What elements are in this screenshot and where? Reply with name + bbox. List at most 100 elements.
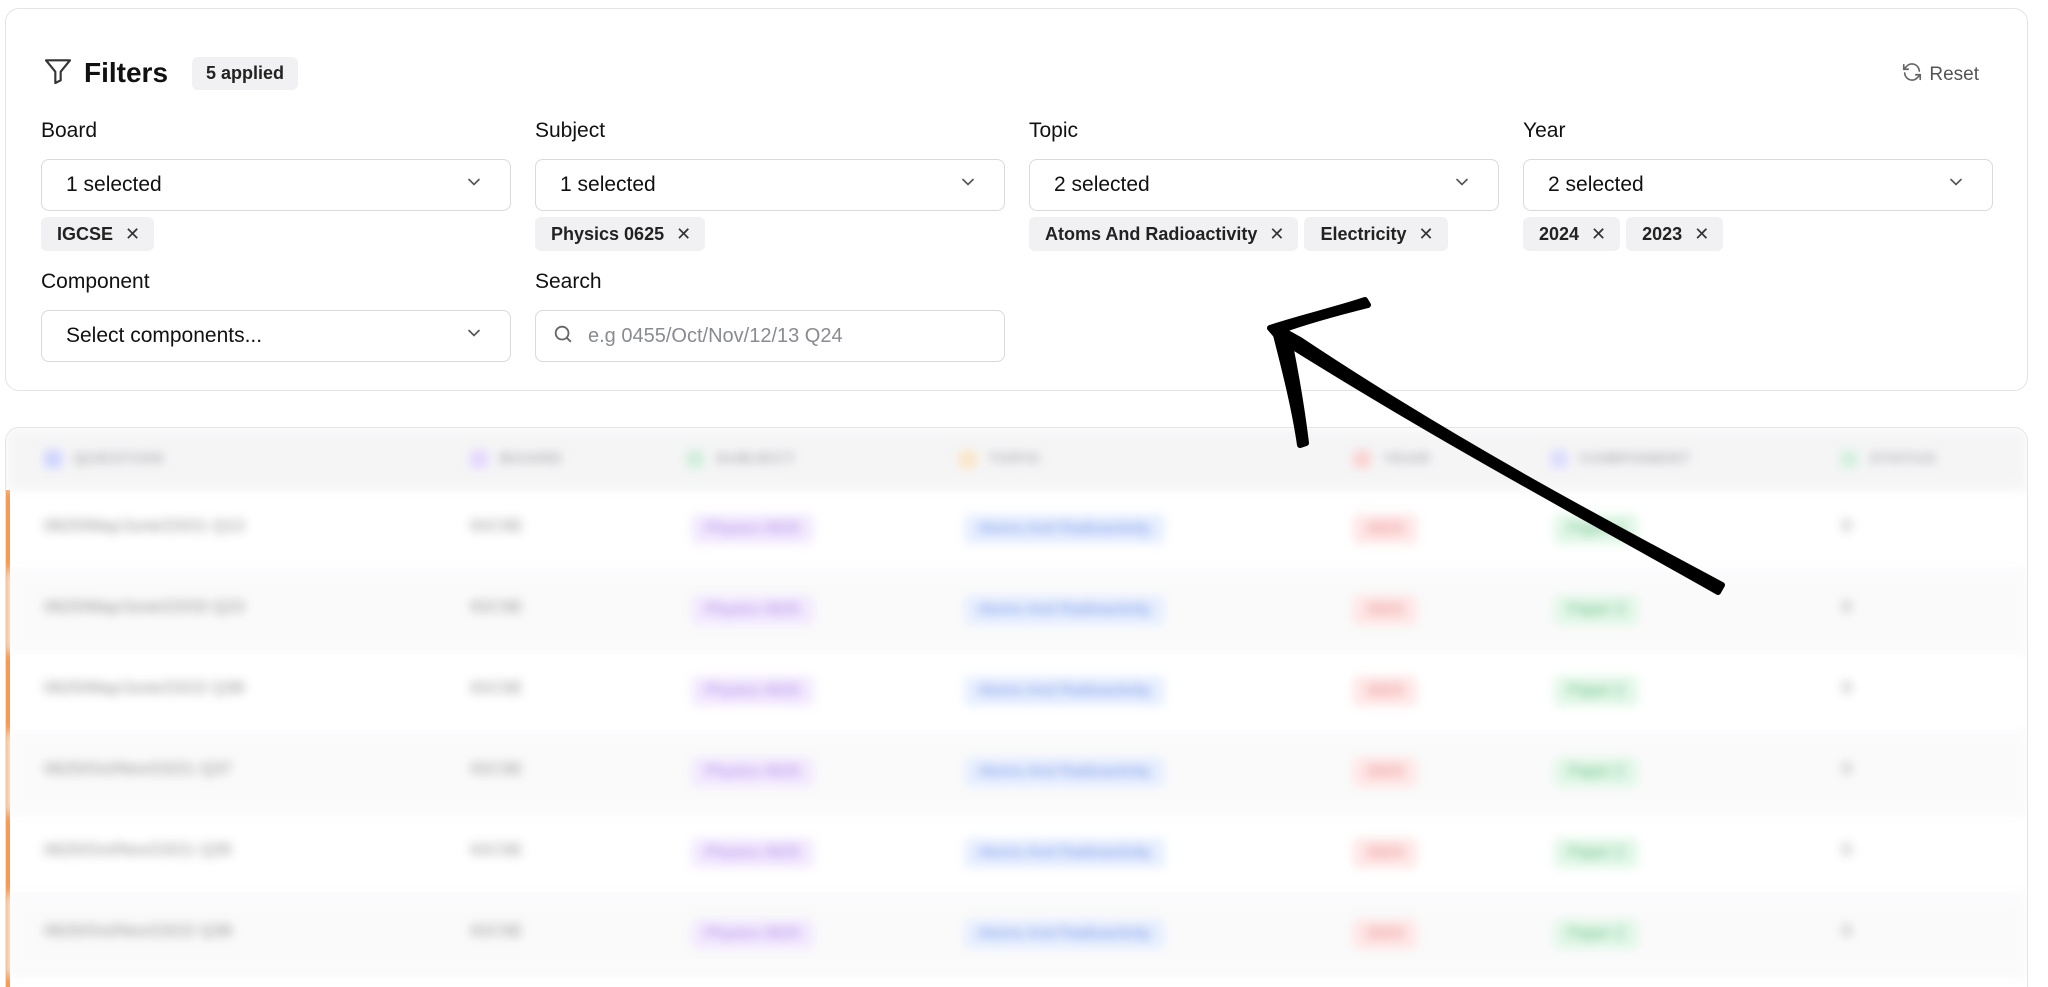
- chip-label: Electricity: [1320, 223, 1407, 244]
- component-pill: Paper 2: [1554, 757, 1639, 787]
- board-cell: IGCSE: [470, 759, 523, 778]
- board-cell: IGCSE: [470, 840, 523, 859]
- reset-label: Reset: [1929, 64, 1979, 85]
- board-cell: IGCSE: [470, 516, 523, 535]
- table-row[interactable]: 0625/May/June/23/21 Q13 IGCSE Physics 0625…: [6, 490, 2027, 571]
- topic-pill: Atoms And Radioactivity: [964, 838, 1165, 868]
- chevron-down-icon: [1946, 172, 1966, 198]
- chevron-down-icon: [1452, 172, 1472, 198]
- filters-panel: Filters 5 applied Reset Board 1 selected…: [5, 8, 2028, 391]
- status-cell: 0: [1842, 597, 1852, 616]
- board-select-value: 1 selected: [66, 173, 162, 196]
- year-filter: Year 2 selected 2024 ✕ 2023 ✕: [1523, 119, 1993, 251]
- search-label: Search: [535, 270, 602, 293]
- topic-chips: Atoms And Radioactivity ✕ Electricity ✕: [1029, 217, 1499, 251]
- question-cell: 0625/May/June/23/21 Q13: [44, 516, 245, 535]
- subject-label: Subject: [535, 119, 606, 142]
- year-pill: 2023: [1353, 919, 1417, 949]
- column-header-topic[interactable]: TOPIC: [959, 449, 1042, 468]
- table-content: QUESTION BOARD SUBJECT TOPIC YEAR COMPON…: [6, 428, 2027, 976]
- subject-pill: Physics 0625: [691, 757, 815, 787]
- column-header-year[interactable]: YEAR: [1353, 449, 1431, 468]
- reset-button[interactable]: Reset: [1901, 61, 1979, 89]
- column-header-status[interactable]: STATUS: [1840, 449, 1937, 468]
- close-icon[interactable]: ✕: [1419, 224, 1434, 245]
- board-cell: IGCSE: [470, 678, 523, 697]
- close-icon[interactable]: ✕: [1269, 224, 1284, 245]
- chip: Electricity ✕: [1304, 217, 1448, 251]
- year-select[interactable]: 2 selected: [1523, 159, 1993, 211]
- question-cell: 0625/Oct/Nov/23/22 Q38: [44, 921, 233, 940]
- year-pill: 2023: [1353, 514, 1417, 544]
- status-cell: 0: [1842, 840, 1852, 859]
- chip-label: 2024: [1539, 223, 1580, 244]
- topic-pill: Atoms And Radioactivity: [964, 595, 1165, 625]
- chip-label: Atoms And Radioactivity: [1045, 223, 1258, 244]
- status-cell: 0: [1842, 678, 1852, 697]
- subject-select-value: 1 selected: [560, 173, 656, 196]
- topic-select-value: 2 selected: [1054, 173, 1150, 196]
- board-filter: Board 1 selected IGCSE ✕: [41, 119, 511, 251]
- board-cell: IGCSE: [470, 597, 523, 616]
- close-icon[interactable]: ✕: [1591, 224, 1606, 245]
- status-cell: 0: [1842, 759, 1852, 778]
- table-header: QUESTION BOARD SUBJECT TOPIC YEAR COMPON…: [6, 428, 2027, 490]
- chip: 2024 ✕: [1523, 217, 1621, 251]
- topic-pill: Atoms And Radioactivity: [964, 514, 1165, 544]
- applied-count-badge: 5 applied: [192, 56, 299, 90]
- close-icon[interactable]: ✕: [1694, 224, 1709, 245]
- subject-chips: Physics 0625 ✕: [535, 217, 1005, 251]
- question-cell: 0625/Oct/Nov/23/21 Q35: [44, 840, 233, 859]
- table-row[interactable]: 0625/May/June/23/22 Q38 IGCSE Physics 0625…: [6, 652, 2027, 733]
- year-select-value: 2 selected: [1548, 173, 1644, 196]
- filters-header: Filters 5 applied: [42, 53, 299, 93]
- table-row[interactable]: 0625/May/June/23/33 Q23 IGCSE Physics 0625…: [6, 571, 2027, 652]
- table-row[interactable]: 0625/Oct/Nov/23/21 Q35 IGCSE Physics 0625 A…: [6, 814, 2027, 895]
- topic-pill: Atoms And Radioactivity: [964, 757, 1165, 787]
- component-label: Component: [41, 270, 150, 293]
- board-select[interactable]: 1 selected: [41, 159, 511, 211]
- close-icon[interactable]: ✕: [676, 224, 691, 245]
- chevron-down-icon: [464, 323, 484, 349]
- topic-pill: Atoms And Radioactivity: [964, 919, 1165, 949]
- component-select-value: Select components...: [66, 324, 263, 347]
- topic-filter: Topic 2 selected Atoms And Radioactivity…: [1029, 119, 1499, 251]
- subject-filter: Subject 1 selected Physics 0625 ✕: [535, 119, 1005, 251]
- search-input[interactable]: [588, 324, 968, 348]
- subject-select[interactable]: 1 selected: [535, 159, 1005, 211]
- component-pill: Paper 2: [1554, 514, 1639, 544]
- board-chips: IGCSE ✕: [41, 217, 511, 251]
- chip-label: Physics 0625: [551, 223, 665, 244]
- chip-label: 2023: [1642, 223, 1683, 244]
- question-cell: 0625/Oct/Nov/23/21 Q37: [44, 759, 233, 778]
- column-header-question[interactable]: QUESTION: [44, 449, 164, 468]
- question-cell: 0625/May/June/23/33 Q23: [44, 597, 245, 616]
- year-chips: 2024 ✕ 2023 ✕: [1523, 217, 1993, 251]
- component-pill: Paper 3: [1554, 595, 1639, 625]
- component-pill: Paper 2: [1554, 838, 1639, 868]
- results-table: QUESTION BOARD SUBJECT TOPIC YEAR COMPON…: [5, 427, 2028, 987]
- topic-label: Topic: [1029, 119, 1079, 142]
- topic-pill: Atoms And Radioactivity: [964, 676, 1165, 706]
- column-header-board[interactable]: BOARD: [470, 449, 563, 468]
- component-select[interactable]: Select components...: [41, 310, 511, 362]
- topic-select[interactable]: 2 selected: [1029, 159, 1499, 211]
- chip: Physics 0625 ✕: [535, 217, 706, 251]
- refresh-icon: [1901, 61, 1929, 89]
- question-cell: 0625/May/June/23/22 Q38: [44, 678, 245, 697]
- search-icon: [552, 323, 574, 350]
- search-filter: Search: [535, 270, 1005, 362]
- table-row[interactable]: 0625/Oct/Nov/23/22 Q38 IGCSE Physics 0625 A…: [6, 895, 2027, 976]
- component-filter: Component Select components...: [41, 270, 511, 362]
- search-field[interactable]: [535, 310, 1005, 362]
- year-label: Year: [1523, 119, 1566, 142]
- column-header-subject[interactable]: SUBJECT: [686, 449, 797, 468]
- close-icon[interactable]: ✕: [125, 224, 140, 245]
- subject-pill: Physics 0625: [691, 919, 815, 949]
- subject-pill: Physics 0625: [691, 514, 815, 544]
- chevron-down-icon: [464, 172, 484, 198]
- table-row[interactable]: 0625/Oct/Nov/23/21 Q37 IGCSE Physics 0625 A…: [6, 733, 2027, 814]
- chip: 2023 ✕: [1626, 217, 1724, 251]
- table-body: 0625/May/June/23/21 Q13 IGCSE Physics 0625…: [6, 490, 2027, 976]
- column-header-component[interactable]: COMPONENT: [1550, 449, 1691, 468]
